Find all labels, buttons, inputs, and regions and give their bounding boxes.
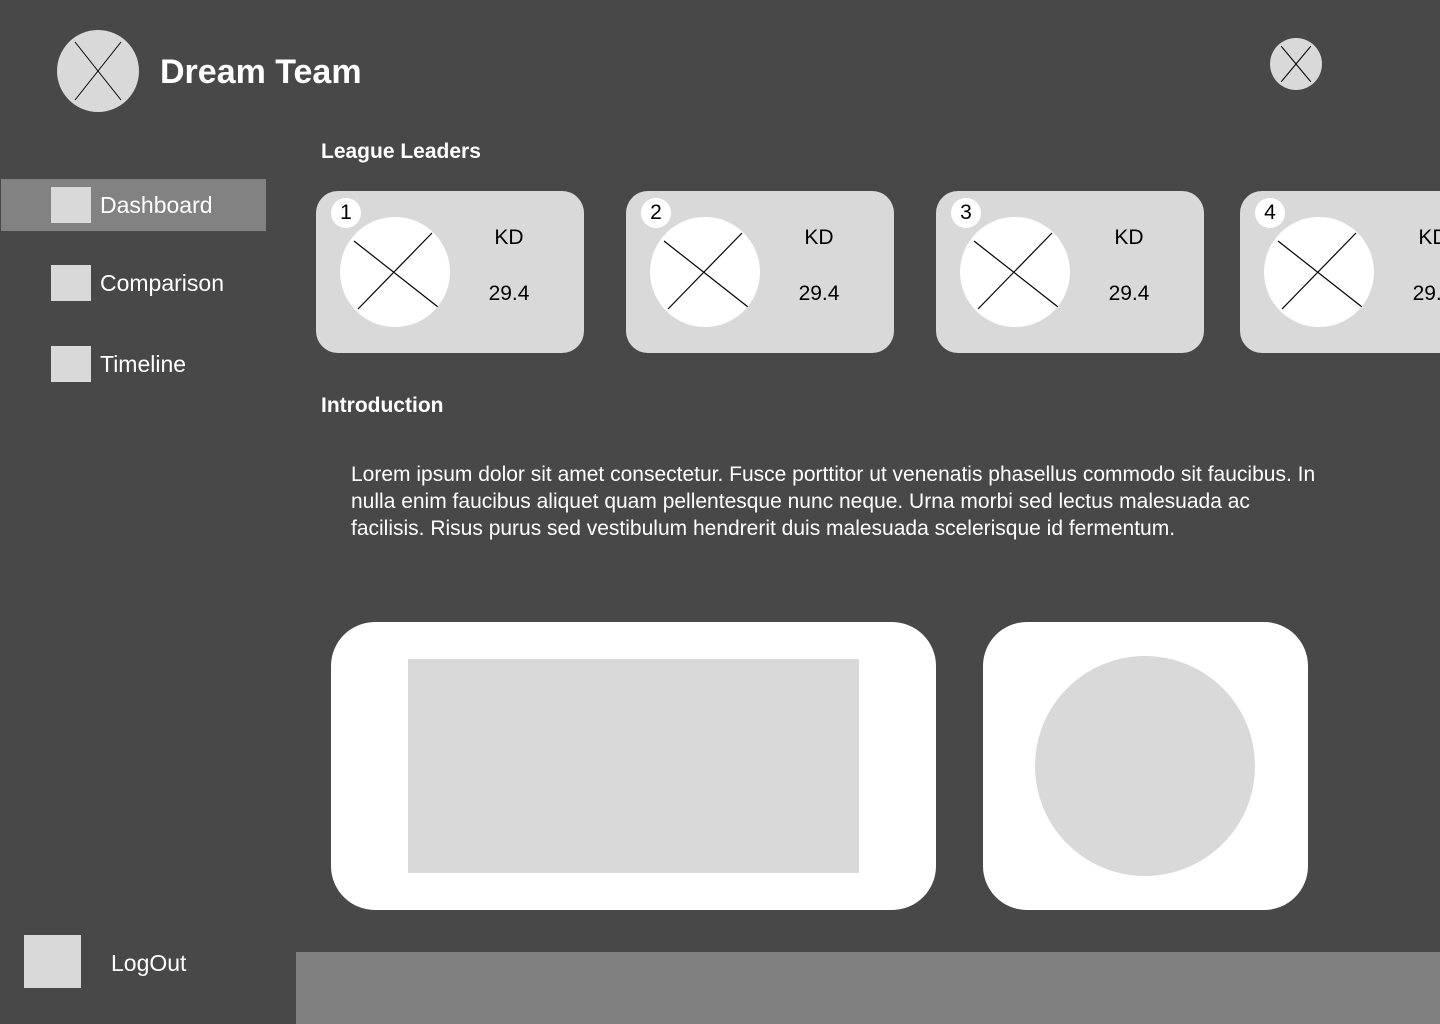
player-avatar <box>1264 217 1374 327</box>
comparison-icon <box>51 265 91 301</box>
rank-badge: 2 <box>641 198 671 228</box>
team-logo <box>57 30 139 112</box>
logout-button[interactable]: LogOut <box>24 935 224 988</box>
leader-card[interactable]: 3 KD 29.4 <box>936 191 1204 353</box>
image-placeholder-icon <box>1280 45 1312 83</box>
introduction-text: Lorem ipsum dolor sit amet consectetur. … <box>351 463 1316 540</box>
stat-value: 29.4 <box>1412 282 1440 305</box>
player-avatar <box>960 217 1070 327</box>
image-placeholder-icon <box>663 232 749 310</box>
stat-value: 29.4 <box>488 282 530 305</box>
rank-badge: 4 <box>1255 198 1285 228</box>
sidebar-item-label: Dashboard <box>100 192 213 218</box>
image-placeholder-icon <box>1277 232 1363 310</box>
sidebar-item-dashboard[interactable]: Dashboard <box>1 179 266 231</box>
chart-panel <box>331 622 936 910</box>
rank-badge: 3 <box>951 198 981 228</box>
sidebar-item-timeline[interactable]: Timeline <box>1 338 266 390</box>
stat-value: 29.4 <box>1108 282 1150 305</box>
sidebar-item-comparison[interactable]: Comparison <box>1 257 266 309</box>
league-leaders-title: League Leaders <box>321 140 481 163</box>
stat-label: KD <box>1114 226 1144 249</box>
leader-card[interactable]: 4 KD 29.4 <box>1240 191 1440 353</box>
chart-placeholder <box>408 659 859 873</box>
image-placeholder-icon <box>973 232 1059 310</box>
app-title: Dream Team <box>160 53 362 91</box>
profile-avatar[interactable] <box>1270 38 1322 90</box>
sidebar-item-label: Comparison <box>100 270 224 296</box>
dashboard-icon <box>51 187 91 223</box>
footer-bar <box>296 952 1440 1024</box>
stat-value: 29.4 <box>798 282 840 305</box>
stat-label: KD <box>804 226 834 249</box>
summary-panel <box>983 622 1308 910</box>
leader-card[interactable]: 2 KD 29.4 <box>626 191 894 353</box>
logout-label: LogOut <box>111 950 187 976</box>
stat-label: KD <box>494 226 524 249</box>
donut-placeholder <box>1035 656 1255 876</box>
player-avatar <box>340 217 450 327</box>
logout-icon <box>24 935 81 988</box>
rank-badge: 1 <box>331 198 361 228</box>
image-placeholder-icon <box>74 41 122 101</box>
sidebar-item-label: Timeline <box>100 351 187 377</box>
stat-label: KD <box>1418 226 1440 249</box>
introduction-title: Introduction <box>321 394 444 417</box>
image-placeholder-icon <box>353 232 439 310</box>
leader-card[interactable]: 1 KD 29.4 <box>316 191 584 353</box>
player-avatar <box>650 217 760 327</box>
timeline-icon <box>51 346 91 382</box>
